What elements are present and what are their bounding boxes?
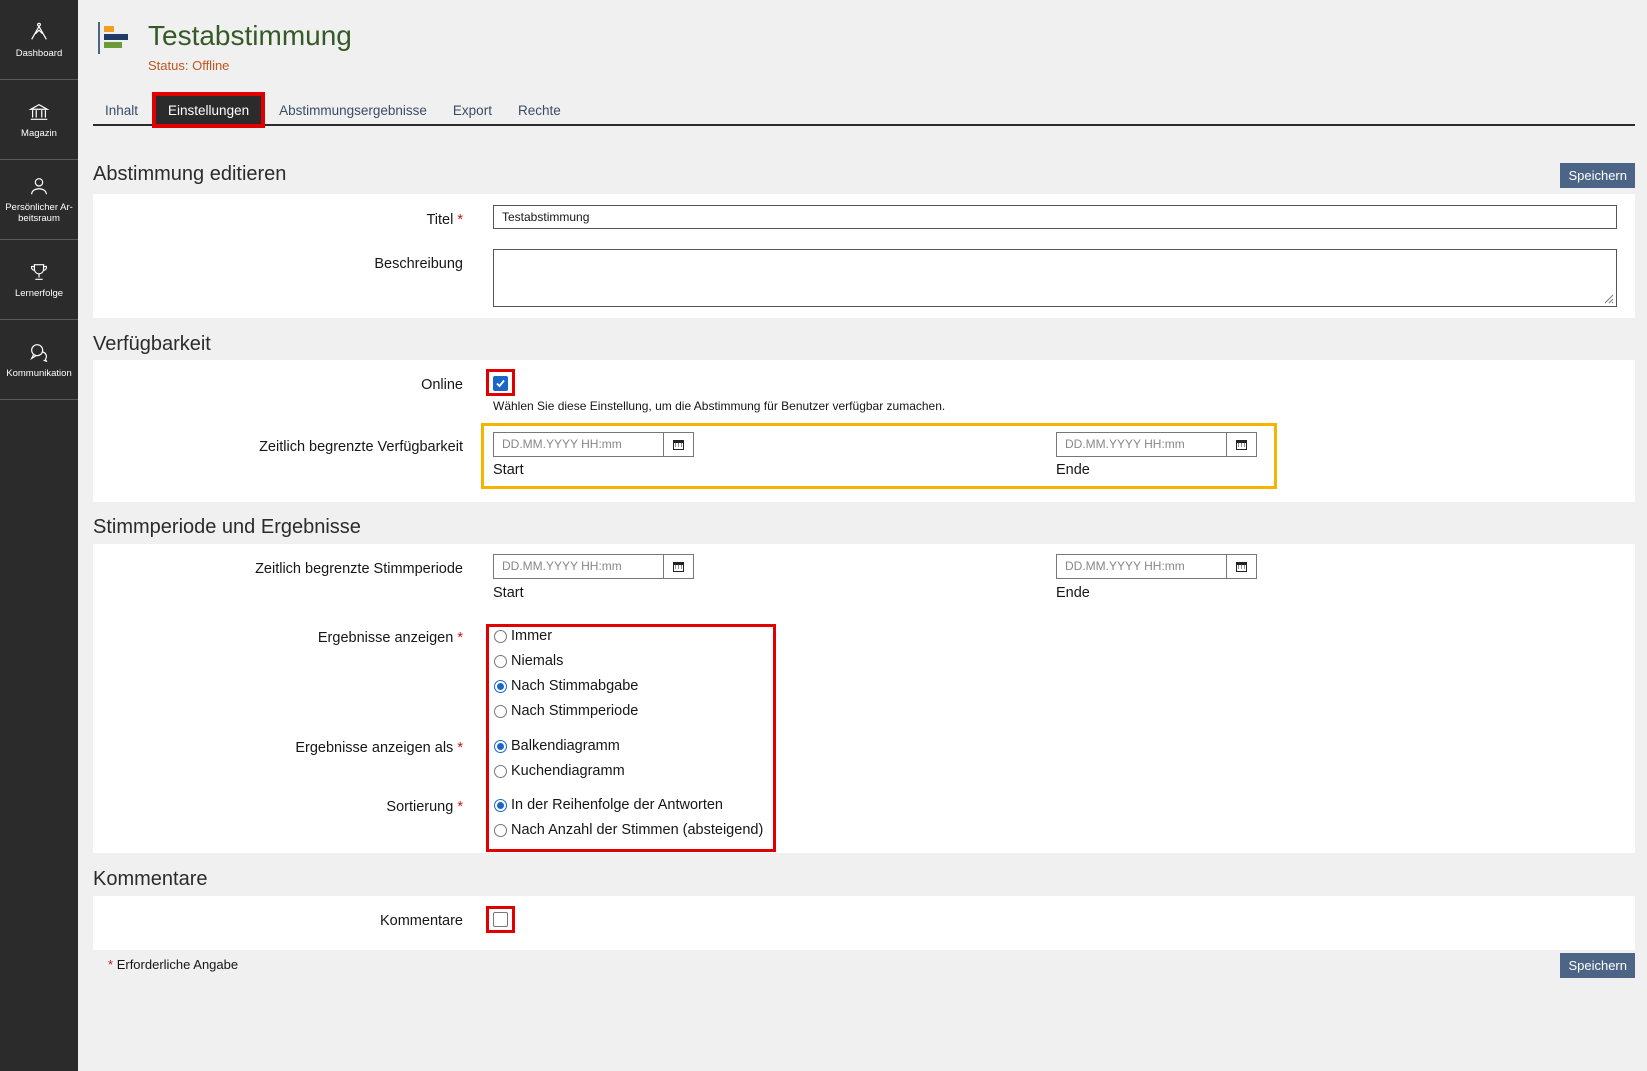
radio-button-selected[interactable] — [494, 679, 507, 693]
section-title-availability: Verfügbarkeit — [93, 333, 211, 355]
description-textarea[interactable] — [493, 249, 1617, 307]
chat-icon — [30, 343, 48, 362]
tab-abstimmungsergebnisse[interactable]: Abstimmungsergebnisse — [267, 103, 441, 124]
section-title-period: Stimmperiode und Ergebnisse — [93, 516, 361, 538]
availability-start-input[interactable]: DD.MM.YYYY HH:mm — [493, 432, 665, 457]
radio-label: Nach Anzahl der Stimmen (absteigend) — [511, 822, 764, 838]
user-icon — [31, 178, 47, 195]
calendar-icon — [673, 562, 685, 572]
sidebar-item-personal-workspace[interactable]: Persönlicher Ar-beitsraum — [0, 160, 78, 240]
sidebar-item-communication[interactable]: Kommunikation — [0, 320, 78, 400]
sidebar-item-achievements[interactable]: Lernerfolge — [0, 240, 78, 320]
radio-button[interactable] — [494, 764, 507, 778]
description-label: Beschreibung — [374, 256, 463, 272]
availability-start-label: Start — [493, 462, 524, 478]
radio-label: Kuchendiagramm — [511, 763, 625, 779]
save-button-top[interactable]: Speichern — [1560, 163, 1635, 188]
section-title-edit: Abstimmung editieren — [93, 163, 287, 185]
online-help-text: Wählen Sie diese Einstellung, um die Abs… — [493, 399, 946, 413]
availability-end-input[interactable]: DD.MM.YYYY HH:mm — [1056, 432, 1228, 457]
comments-checkbox[interactable] — [493, 912, 508, 927]
radio-label: Niemals — [511, 653, 564, 669]
show-results-label: Ergebnisse anzeigen * — [317, 630, 463, 646]
sidebar-item-dashboard[interactable]: Dashboard — [0, 0, 78, 80]
comments-panel: Kommentare — [93, 896, 1635, 950]
radio-option-nach-stimmperiode[interactable]: Nach Stimmperiode — [494, 703, 638, 719]
radio-label: Balkendiagramm — [511, 738, 620, 754]
period-start-date: DD.MM.YYYY HH:mm — [493, 554, 694, 579]
radio-label: Nach Stimmabgabe — [511, 678, 639, 694]
availability-end-label: Ende — [1056, 462, 1090, 478]
period-end-label: Ende — [1056, 585, 1090, 601]
tab-export[interactable]: Export — [441, 103, 506, 124]
trophy-icon — [30, 263, 48, 280]
comments-label: Kommentare — [379, 913, 463, 929]
radio-button-selected[interactable] — [494, 798, 507, 812]
period-start-calendar-button[interactable] — [664, 554, 694, 579]
tab-inhalt[interactable]: Inhalt — [93, 103, 152, 124]
radio-option-reihenfolge[interactable]: In der Reihenfolge der Antworten — [494, 797, 723, 813]
checkmark-icon — [496, 379, 505, 388]
radio-option-balkendiagramm[interactable]: Balkendiagramm — [494, 738, 620, 754]
sidebar-item-label: Dashboard — [15, 47, 63, 59]
required-note: * Erforderliche Angabe — [108, 957, 239, 972]
status-text: Status: Offline — [148, 58, 230, 73]
availability-panel: Online Wählen Sie diese Einstellung, um … — [93, 360, 1635, 502]
sidebar-item-label: Kommunikation — [6, 367, 72, 379]
dashboard-icon — [31, 22, 47, 40]
calendar-icon — [1236, 440, 1248, 450]
period-start-input[interactable]: DD.MM.YYYY HH:mm — [493, 554, 665, 579]
sidebar-item-label: Magazin — [21, 127, 57, 139]
online-label: Online — [421, 377, 463, 393]
sort-label: Sortierung * — [386, 799, 463, 815]
sidebar-item-label: Lernerfolge — [14, 287, 64, 299]
page-header: Testabstimmung Status: Offline — [93, 0, 1635, 88]
availability-start-calendar-button[interactable] — [664, 432, 694, 457]
title-input[interactable]: Testabstimmung — [493, 205, 1617, 229]
radio-option-immer[interactable]: Immer — [494, 628, 552, 644]
title-label: Titel * — [426, 212, 463, 228]
main-menu-sidebar: Dashboard Magazin Persönlicher Ar-beitsr… — [0, 0, 78, 1071]
period-end-input[interactable]: DD.MM.YYYY HH:mm — [1056, 554, 1228, 579]
radio-button[interactable] — [494, 704, 507, 718]
main-content: Testabstimmung Status: Offline Inhalt Ei… — [93, 0, 1635, 978]
page-title: Testabstimmung — [148, 20, 352, 51]
edit-panel: Titel * Testabstimmung Beschreibung — [93, 194, 1635, 318]
period-end-date: DD.MM.YYYY HH:mm — [1056, 554, 1257, 579]
radio-option-kuchendiagramm[interactable]: Kuchendiagramm — [494, 763, 625, 779]
availability-end-date: DD.MM.YYYY HH:mm — [1056, 432, 1257, 457]
radio-button[interactable] — [494, 629, 507, 643]
tab-bar: Inhalt Einstellungen Abstimmungsergebnis… — [93, 92, 1635, 128]
resize-handle-icon[interactable] — [1602, 292, 1614, 304]
sidebar-item-label: Persönlicher Ar-beitsraum — [5, 202, 73, 224]
radio-button[interactable] — [494, 654, 507, 668]
radio-option-nach-stimmabgabe[interactable]: Nach Stimmabgabe — [494, 678, 638, 694]
calendar-icon — [1236, 562, 1248, 572]
limited-availability-label: Zeitlich begrenzte Verfügbarkeit — [259, 439, 463, 455]
section-title-comments: Kommentare — [93, 868, 208, 890]
period-end-calendar-button[interactable] — [1227, 554, 1257, 579]
limited-period-label: Zeitlich begrenzte Stimmperiode — [255, 561, 463, 577]
save-button-bottom[interactable]: Speichern — [1560, 953, 1635, 978]
calendar-icon — [673, 440, 685, 450]
survey-object-icon — [98, 22, 128, 54]
radio-option-niemals[interactable]: Niemals — [494, 653, 563, 669]
radio-label: Nach Stimmperiode — [511, 703, 639, 719]
tab-rechte[interactable]: Rechte — [506, 103, 575, 124]
tab-einstellungen[interactable]: Einstellungen — [152, 92, 266, 128]
sidebar-item-magazin[interactable]: Magazin — [0, 80, 78, 160]
show-as-label: Ergebnisse anzeigen als * — [295, 740, 463, 756]
bank-icon — [28, 103, 50, 120]
availability-start-date: DD.MM.YYYY HH:mm — [493, 432, 694, 457]
radio-button-selected[interactable] — [494, 739, 507, 753]
radio-label: In der Reihenfolge der Antworten — [511, 797, 723, 813]
radio-label: Immer — [511, 628, 553, 644]
radio-button[interactable] — [494, 823, 507, 837]
period-start-label: Start — [493, 585, 524, 601]
radio-option-anzahl-stimmen[interactable]: Nach Anzahl der Stimmen (absteigend) — [494, 822, 763, 838]
period-panel: Zeitlich begrenzte Stimmperiode DD.MM.YY… — [93, 544, 1635, 853]
online-checkbox[interactable] — [493, 376, 508, 391]
availability-end-calendar-button[interactable] — [1227, 432, 1257, 457]
